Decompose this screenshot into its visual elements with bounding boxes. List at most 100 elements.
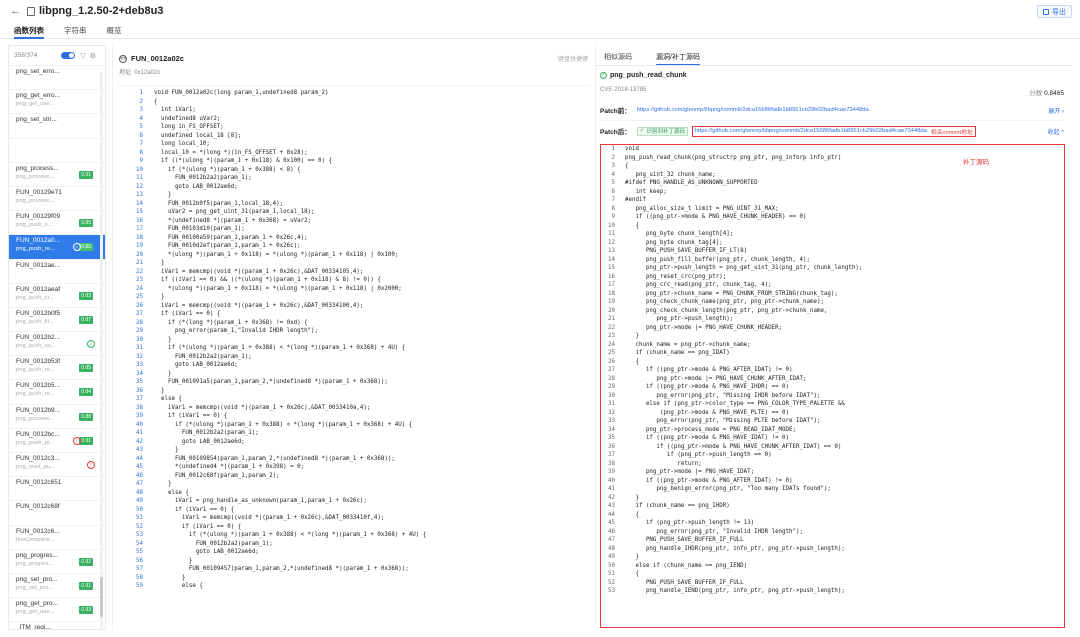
function-list-item[interactable]: FUN_00129e71 png_process... — [9, 187, 105, 212]
back-arrow-icon[interactable]: ← — [10, 5, 21, 17]
code-line: 40 if ((png_ptr->mode & PNG_AFTER_IDAT) … — [601, 477, 1064, 486]
line-number: 53 — [608, 588, 615, 594]
match-toggle[interactable] — [61, 52, 76, 59]
function-list-item[interactable]: FUN_0012c68f — [9, 501, 105, 526]
code-text: png_ptr->chunk_name = PNG_CHUNK_FROM_STR… — [625, 290, 838, 297]
line-number: 5 — [611, 180, 616, 186]
decompiled-function-title: <> FUN_0012a02c — [119, 54, 184, 63]
gear-icon[interactable]: ⚙ — [90, 52, 96, 60]
code-text: { — [625, 571, 639, 577]
code-line: 18 FUN_00100a59(param_1,param_1 + 0x26c,… — [117, 234, 589, 243]
tab-strings[interactable]: 字符串 — [64, 22, 87, 38]
function-count: 358/374 — [14, 52, 38, 59]
document-icon — [27, 6, 35, 16]
code-line: 22 png_ptr->mode |= PNG_HAVE_CHUNK_HEADE… — [601, 324, 1064, 333]
code-line: 50 if (iVar1 == 0) { — [117, 506, 589, 515]
code-text: png_ptr->mode |= PNG_HAVE_CHUNK_HEADER; — [625, 324, 783, 331]
code-text: } — [625, 554, 639, 560]
code-line: 47 } — [117, 480, 589, 489]
function-list-item[interactable]: FUN_0012b0f5 png_push_fil... 0.87 — [9, 308, 105, 333]
line-number: 51 — [136, 515, 143, 521]
code-line: 23 if ((iVar1 == 0) && ((*(ulong *)(para… — [117, 276, 589, 285]
line-number: 42 — [608, 494, 615, 501]
code-line: 53 if (*(ulong *)(param_1 + 0x388) < *(l… — [117, 531, 589, 540]
patch-after-link[interactable]: https://github.com/glennrp/libpng/commit… — [695, 128, 927, 134]
function-list-item[interactable]: png_set_erro... — [9, 66, 105, 91]
code-text: png_error(png_ptr, "Missing PLTE before … — [625, 418, 821, 424]
check-icon: ✓ — [600, 72, 607, 79]
function-list-item[interactable]: png_process... png_process... 0.91 — [9, 163, 105, 187]
function-list-item[interactable]: FUN_0012bc... png_push_pr... 0.91! — [9, 429, 105, 453]
function-list-item[interactable]: FUN_0012b53f png_push_re... 0.85 — [9, 356, 105, 381]
scrollbar-thumb[interactable] — [100, 577, 103, 617]
line-number: 3 — [611, 163, 616, 169]
function-list-item[interactable]: FUN_0012aeaf png_push_cr... 0.83 — [9, 284, 105, 308]
filter-icon[interactable]: ▽ — [80, 52, 85, 60]
code-line: 16 png_reset_crc(png_ptr); — [601, 273, 1064, 282]
code-text: if ((png_ptr->mode & PNG_AFTER_IDAT) != … — [625, 477, 793, 484]
function-name: png_set_erro... — [16, 68, 60, 75]
code-text: if ((png_ptr->mode & PNG_HAVE_IHDR) == 0… — [625, 384, 790, 390]
line-number: 10 — [608, 222, 615, 229]
code-line: 49 } — [601, 553, 1064, 562]
tab-function-list[interactable]: 函数列表 — [14, 22, 44, 39]
collapse-button[interactable]: 收起 ^ — [1048, 127, 1064, 136]
code-line: 55 goto LAB_0012ae6d; — [117, 548, 589, 557]
function-list-item[interactable]: FUN_0012c651 — [9, 477, 105, 502]
function-list-item[interactable]: png_get_pro... png_get_use... 0.93 — [9, 598, 105, 623]
line-number: 29 — [136, 328, 143, 334]
line-number: 23 — [608, 333, 615, 339]
function-list-item[interactable]: _ITM_regi...... — [9, 622, 105, 629]
function-list-item[interactable]: FUN_0012c3... png_read_pu...! — [9, 453, 105, 478]
code-text: iVar1 = memcmp((void *)(param_1 + 0x26c)… — [154, 268, 364, 275]
line-number: 43 — [136, 447, 143, 453]
line-number: 49 — [608, 554, 615, 560]
function-list-item[interactable]: FUN_0012b5... png_push_re... 0.84 — [9, 380, 105, 405]
export-button[interactable]: 导出 — [1037, 5, 1072, 18]
code-text: if (*(ulong *)(param_1 + 0x388) < 8) { — [154, 166, 301, 173]
code-text: iVar1 = png_handle_as_unknown(param_1,pa… — [154, 498, 367, 504]
function-list-item[interactable]: png_get_erro... png_get_use... — [9, 90, 105, 115]
tab-overview[interactable]: 概览 — [107, 22, 122, 38]
function-list-item[interactable]: png_set_stri... — [9, 114, 105, 139]
line-number: 14 — [608, 256, 615, 263]
matched-function-name: png_push_read_chunk — [610, 72, 687, 79]
function-list-item[interactable]: FUN_0012b9... png_process... 0.88 — [9, 405, 105, 429]
line-number: 43 — [608, 503, 615, 509]
function-list-item[interactable]: FUN_0012c6... finsComplete... — [9, 526, 105, 550]
commit-link-note: 相关commit地址 — [930, 129, 973, 136]
function-list-item[interactable]: FUN_0012b2... png_push_sa... ✓ — [9, 332, 105, 357]
matched-name: png_process... — [16, 197, 55, 204]
line-number: 40 — [136, 421, 143, 428]
line-number: 47 — [608, 537, 615, 543]
line-number: 58 — [136, 574, 143, 581]
line-number: 59 — [136, 583, 143, 589]
code-text: chunk_name = png_ptr->chunk_name; — [625, 341, 751, 348]
code-text: FUN_00103d10(param_1); — [154, 226, 245, 232]
line-number: 12 — [608, 239, 615, 246]
code-line: 19 FUN_0010d2ef(param_1,param_1 + 0x26c)… — [117, 242, 589, 251]
line-number: 36 — [136, 387, 143, 394]
patch-before-link[interactable]: https://github.com/glennrp/libpng/commit… — [637, 107, 869, 113]
function-list-item[interactable] — [9, 139, 105, 163]
code-line: 33 png_error(png_ptr, "Missing PLTE befo… — [601, 417, 1064, 426]
code-line: 4 png_uint_32 chunk_name; — [601, 171, 1064, 180]
function-name: _ITM_regi... — [16, 624, 51, 629]
keyboard-shortcut-button[interactable]: 键盘快捷键 — [558, 54, 588, 63]
code-line: 9 if ((*(ulong *)(param_1 + 0x118) & 0x1… — [117, 157, 589, 166]
function-list-scrollbar[interactable] — [100, 72, 103, 629]
code-text: FUN_00109854(param_1,param_2,*(undefined… — [154, 455, 395, 462]
function-list-item[interactable]: FUN_0012a0... png_push_re... 0.85 ✓ — [9, 235, 105, 260]
expand-button[interactable]: 展开 › — [1048, 106, 1064, 115]
function-list-item[interactable]: FUN_0012ae... — [9, 260, 105, 284]
code-line: 1 void FUN_0012a02c(long param_1,undefine… — [117, 89, 589, 98]
line-number: 11 — [608, 231, 615, 237]
tab-vuln-patch-source[interactable]: 漏洞/补丁源码 — [656, 52, 700, 66]
function-list-item[interactable]: png_set_pro... png_set_pro... 0.91 — [9, 574, 105, 599]
tab-similar-source[interactable]: 相似源码 — [604, 52, 632, 66]
function-list-item[interactable]: FUN_00129f09 png_push_s... 0.85 — [9, 211, 105, 236]
line-number: 57 — [136, 566, 143, 572]
code-line: 51 { — [601, 570, 1064, 579]
function-list-item[interactable]: png_progres... png_progres... 0.92 — [9, 550, 105, 574]
page-title: libpng_1.2.50-2+deb8u3 — [39, 5, 164, 17]
